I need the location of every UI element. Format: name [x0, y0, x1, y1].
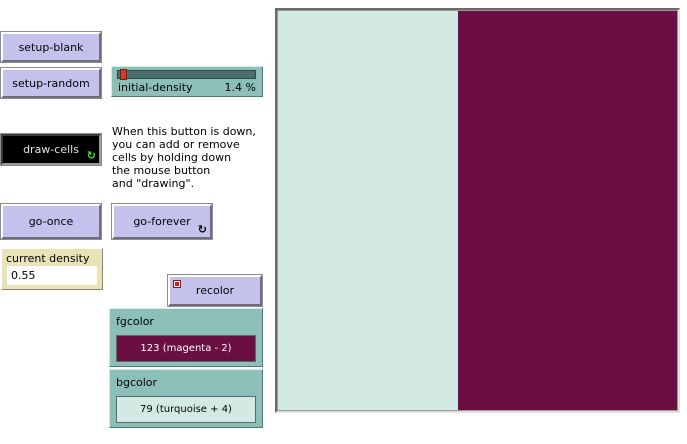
draw-cells-button[interactable]: draw-cells ↻	[0, 133, 102, 166]
draw-cells-label: draw-cells	[23, 143, 79, 156]
fgcolor-label: fgcolor	[116, 315, 154, 328]
go-once-label: go-once	[28, 215, 74, 228]
setup-blank-label: setup-blank	[18, 40, 84, 54]
action-icon	[173, 280, 181, 288]
setup-random-button[interactable]: setup-random	[0, 67, 102, 99]
slider-track[interactable]	[117, 69, 256, 80]
forever-icon: ↻	[197, 223, 207, 236]
recolor-button[interactable]: recolor	[167, 274, 263, 307]
slider-label: initial-density	[118, 81, 193, 94]
world-view[interactable]	[275, 8, 680, 413]
bgcolor-label: bgcolor	[116, 376, 158, 389]
go-forever-label: go-forever	[133, 215, 191, 228]
go-once-button[interactable]: go-once	[0, 203, 102, 240]
slider-thumb[interactable]	[120, 69, 127, 80]
monitor-label: current density	[6, 252, 90, 265]
slider-value: 1.4 %	[224, 81, 256, 94]
recolor-label: recolor	[195, 284, 235, 297]
setup-random-label: setup-random	[12, 76, 90, 90]
draw-cells-note: When this button is down, you can add or…	[112, 125, 256, 190]
fgcolor-value-text: 123 (magenta - 2)	[140, 343, 232, 354]
fgcolor-chooser[interactable]: fgcolor 123 (magenta - 2)	[109, 308, 263, 367]
current-density-monitor: current density 0.55	[1, 248, 103, 290]
bgcolor-value[interactable]: 79 (turquoise + 4)	[116, 396, 256, 423]
setup-blank-button[interactable]: setup-blank	[0, 31, 102, 63]
go-forever-button[interactable]: go-forever ↻	[111, 203, 213, 240]
initial-density-slider[interactable]: initial-density 1.4 %	[111, 66, 263, 97]
bgcolor-chooser[interactable]: bgcolor 79 (turquoise + 4)	[109, 369, 263, 428]
fgcolor-value[interactable]: 123 (magenta - 2)	[116, 335, 256, 362]
monitor-value: 0.55	[7, 266, 97, 285]
cells-foreground-region[interactable]	[457, 11, 677, 410]
cells-background-region[interactable]	[278, 11, 458, 410]
forever-icon: ↻	[86, 149, 96, 162]
world-view-canvas[interactable]	[278, 11, 677, 410]
bgcolor-value-text: 79 (turquoise + 4)	[140, 404, 232, 415]
